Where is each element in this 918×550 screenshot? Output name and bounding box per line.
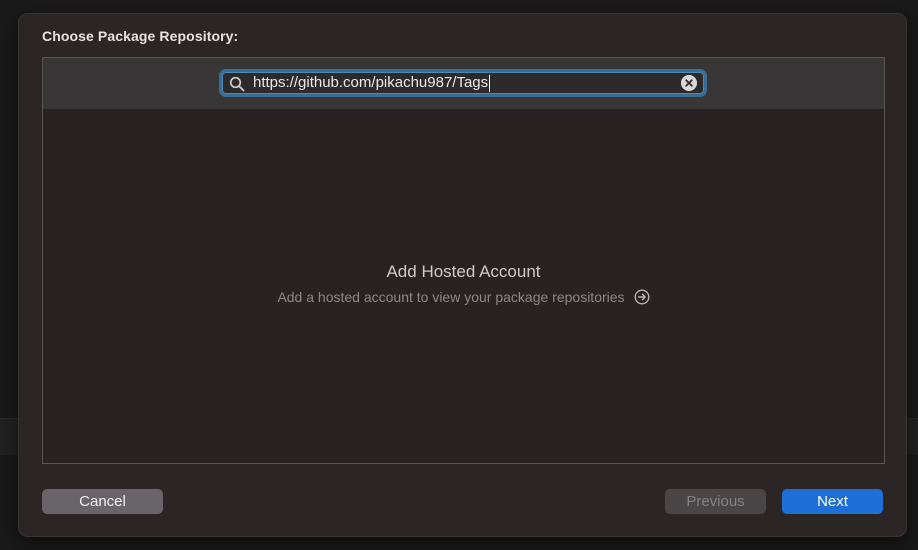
search-bar-area [43,58,884,109]
clear-icon[interactable] [681,75,697,91]
search-icon [229,76,245,92]
package-repository-sheet: Choose Package Repository: Add Hosted Ac… [18,13,907,537]
text-caret [489,75,490,92]
sheet-title: Choose Package Repository: [42,28,239,44]
cancel-button[interactable]: Cancel [42,489,163,514]
previous-button[interactable]: Previous [665,489,766,514]
arrow-circle-right-icon[interactable] [634,289,650,305]
search-input[interactable] [253,72,673,94]
empty-state-subtitle: Add a hosted account to view your packag… [277,289,625,305]
empty-state-title: Add Hosted Account [386,262,541,281]
empty-state-subtitle-row: Add a hosted account to view your packag… [277,289,650,305]
empty-state: Add Hosted Account Add a hosted account … [43,262,884,307]
next-button[interactable]: Next [782,489,883,514]
repository-panel: Add Hosted Account Add a hosted account … [42,57,885,464]
search-field[interactable] [219,69,707,97]
